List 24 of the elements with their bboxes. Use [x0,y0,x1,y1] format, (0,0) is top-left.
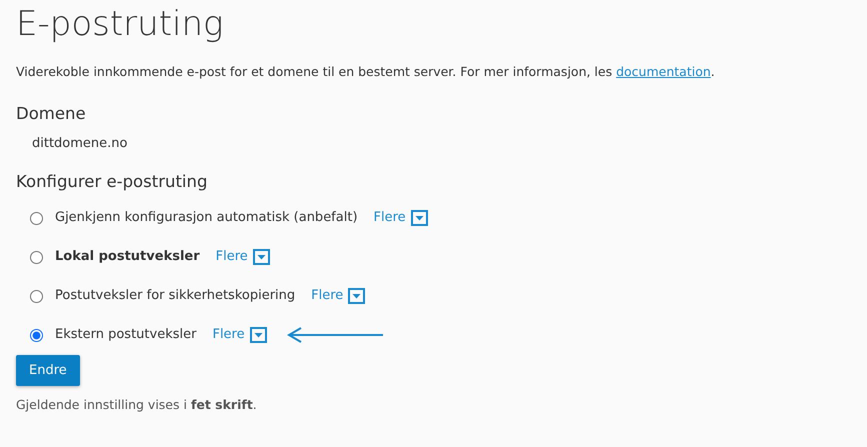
documentation-link[interactable]: documentation [616,64,711,79]
caret-icon[interactable] [410,210,428,226]
domain-name: dittdomene.no [31,135,128,154]
intro-paragraph: Viderekoble innkommende e-post for et domene til en bestemt server. For mer informasjon, les documentation. [16,62,716,81]
caret-icon[interactable] [250,327,267,344]
option-label[interactable]: Ekstern postutveksler [55,325,196,345]
caret-icon[interactable] [252,249,270,266]
more-link[interactable]: Flere [216,247,270,267]
change-button[interactable]: Endre [16,354,80,386]
radio-button[interactable] [30,212,43,225]
section-heading: Konfigurer e-postruting [16,170,208,193]
section-heading: Domene [16,102,87,125]
more-link[interactable]: Flere [311,286,366,306]
option-label[interactable]: Postutveksler for sikkerhetskopiering [55,286,296,306]
more-link[interactable]: Flere [212,325,267,345]
radio-button[interactable] [30,250,43,264]
radio-button[interactable] [30,290,43,303]
option-label[interactable]: Lokal postutveksler [55,247,200,267]
caret-icon[interactable] [348,288,366,304]
option-label[interactable]: Gjenkjenn konfigurasjon automatisk (anbefalt) [55,208,358,228]
page-title: E-postruting [16,4,224,45]
radio-button[interactable] [30,328,43,342]
footnote-text: Gjeldende innstilling vises i fet skrift. [16,396,258,414]
more-link[interactable]: Flere [374,208,428,228]
